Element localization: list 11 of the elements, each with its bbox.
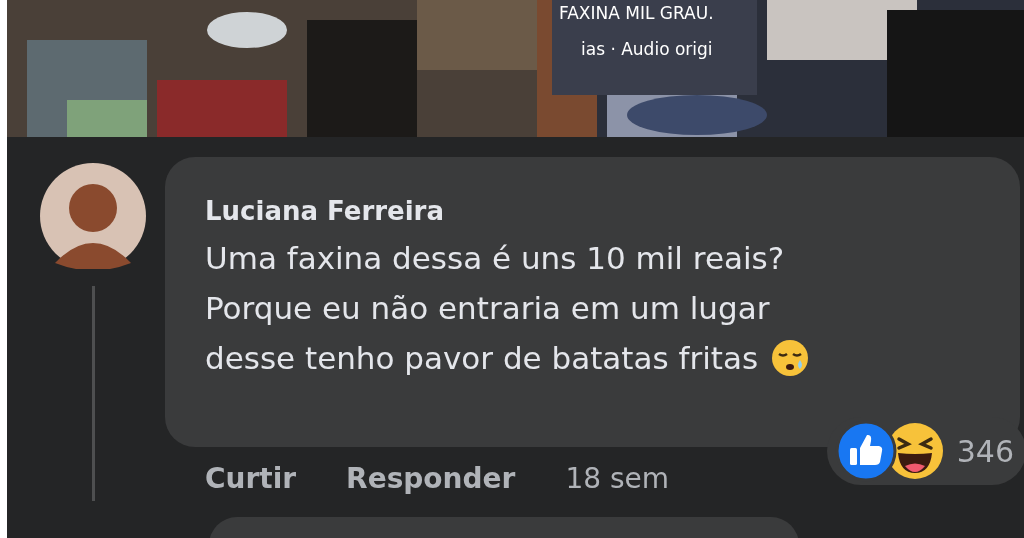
- comment-text: Porque eu não entraria em um lugar: [205, 289, 770, 328]
- sleepy-face-emoji-icon: [770, 338, 811, 378]
- reaction-count: 346: [956, 432, 1014, 471]
- comment-action-link[interactable]: Curtir: [205, 458, 297, 500]
- comment-text: Uma faxina dessa é uns 10 mil reais?: [205, 239, 785, 278]
- comment-text: desse tenho pavor de batatas fritas: [205, 339, 759, 378]
- audio-label: ias · Audio origi: [580, 38, 714, 60]
- comment-author[interactable]: Luciana Ferreira: [205, 193, 1000, 229]
- comment-time: 18 sem: [565, 461, 669, 497]
- comment-action-link[interactable]: Responder: [346, 458, 516, 500]
- video-caption: FAXINA MIL GRAU.: [559, 2, 714, 24]
